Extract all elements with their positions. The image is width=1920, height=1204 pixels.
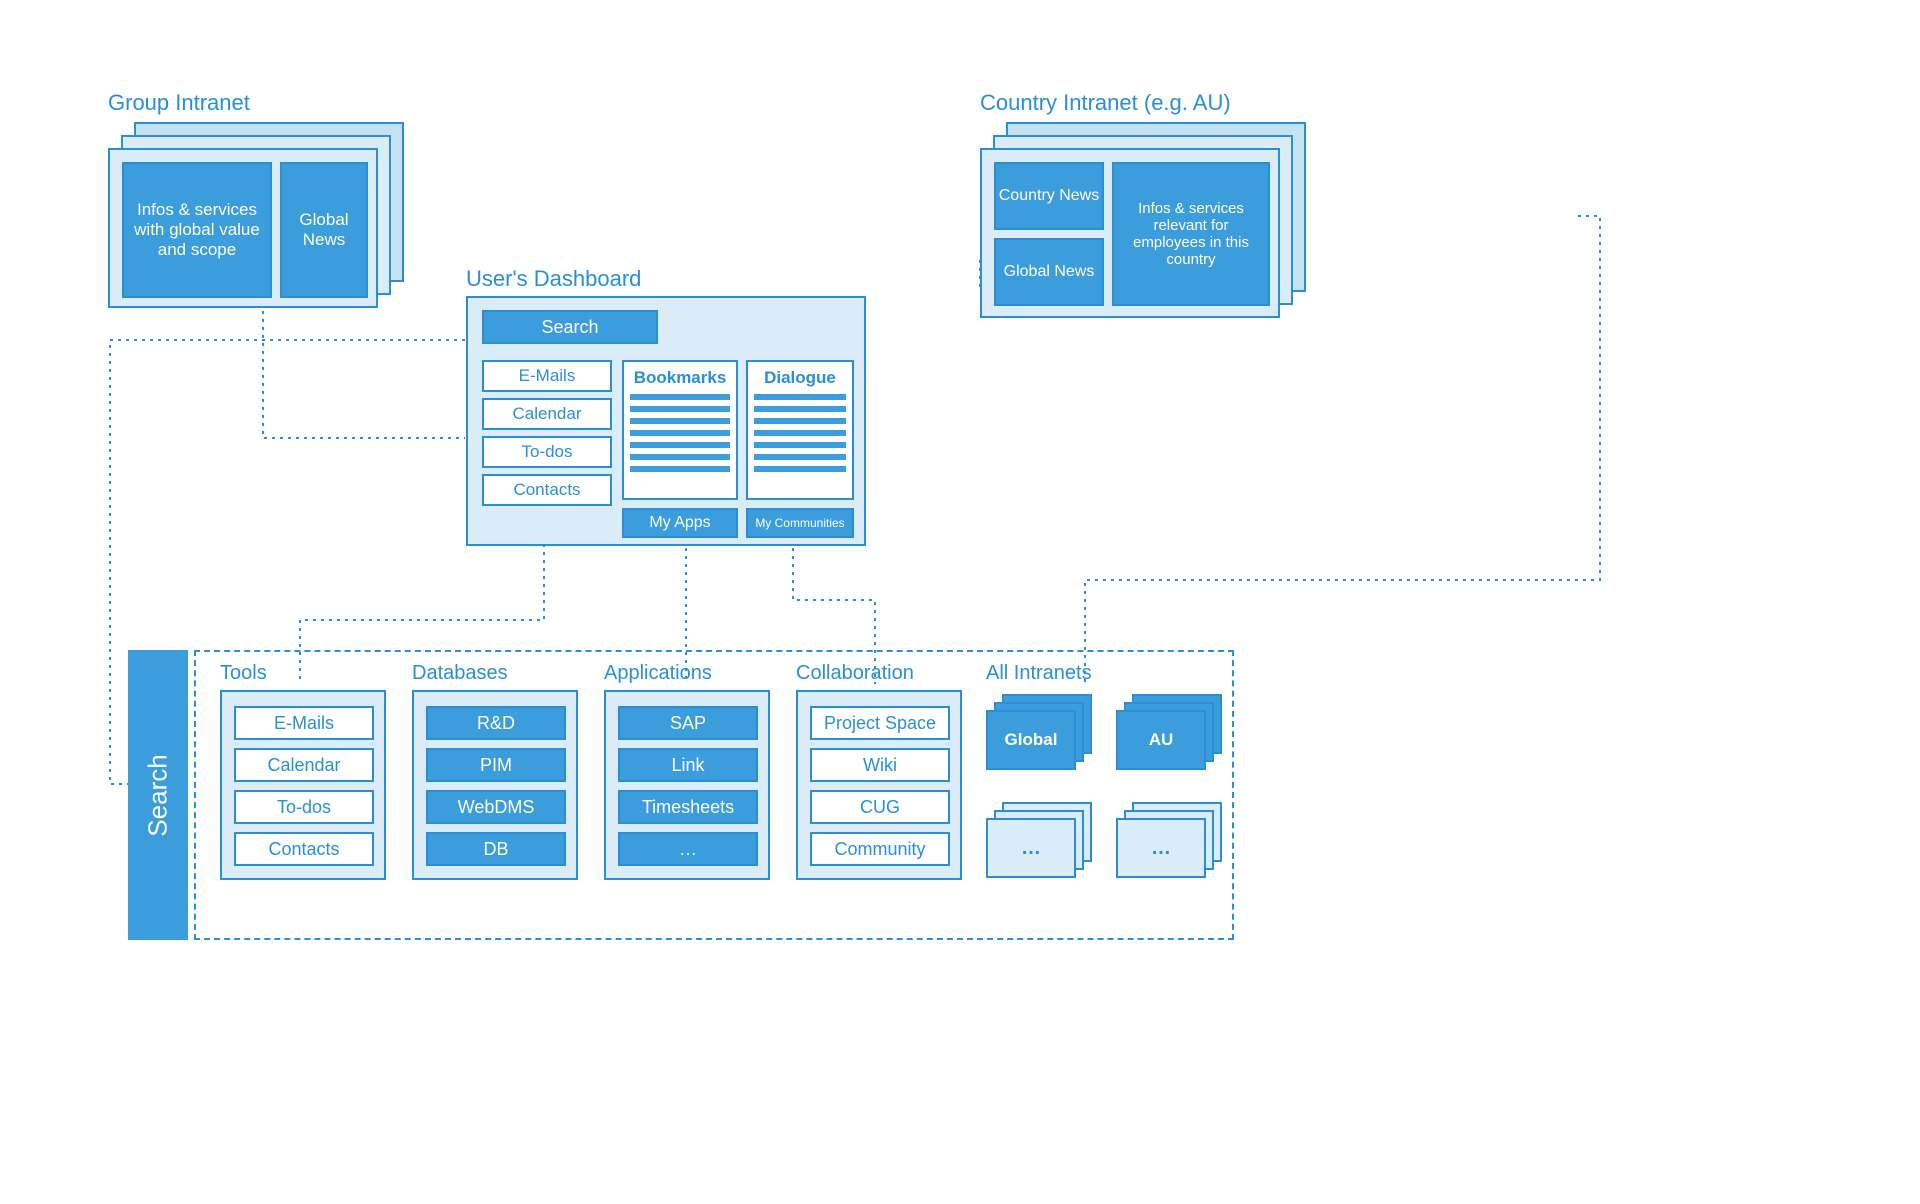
tools-item-3: Contacts: [234, 832, 374, 866]
group-intranet-news: Global News: [280, 162, 368, 298]
dashboard-emails: E-Mails: [482, 360, 612, 392]
search-vertical-bar: Search: [128, 650, 188, 940]
applications-item-2: Timesheets: [618, 790, 758, 824]
diagram-stage: Group Intranet Infos & services with glo…: [0, 0, 1920, 1204]
intranet-au-label: AU: [1116, 710, 1206, 770]
tools-item-0: E-Mails: [234, 706, 374, 740]
collaboration-box: Project Space Wiki CUG Community: [796, 690, 962, 880]
intranet-more-label-1: …: [986, 818, 1076, 878]
databases-item-1: PIM: [426, 748, 566, 782]
applications-item-1: Link: [618, 748, 758, 782]
bottom-dashed-container: Tools E-Mails Calendar To-dos Contacts D…: [194, 650, 1234, 940]
dialogue-lines: [754, 394, 846, 478]
country-infos-box: Infos & services relevant for employees …: [1112, 162, 1270, 306]
all-intranets-title: All Intranets: [986, 662, 1092, 685]
dashboard-title: User's Dashboard: [466, 266, 641, 292]
intranet-more-stack-2: …: [1116, 802, 1226, 882]
applications-title: Applications: [604, 662, 712, 685]
dashboard-panel: Search E-Mails Calendar To-dos Contacts …: [466, 296, 866, 546]
dashboard-calendar: Calendar: [482, 398, 612, 430]
dashboard-search: Search: [482, 310, 658, 344]
country-global-news-box: Global News: [994, 238, 1104, 306]
tools-item-1: Calendar: [234, 748, 374, 782]
dashboard-my-communities: My Communities: [746, 508, 854, 538]
databases-item-2: WebDMS: [426, 790, 566, 824]
bookmarks-lines: [630, 394, 730, 478]
country-intranet-stack: Country News Global News Infos & service…: [980, 122, 1312, 318]
search-vertical-label: Search: [143, 754, 174, 836]
group-intranet-stack: Infos & services with global value and s…: [108, 122, 404, 308]
dashboard-contacts: Contacts: [482, 474, 612, 506]
tools-title: Tools: [220, 662, 267, 685]
collaboration-item-3: Community: [810, 832, 950, 866]
country-intranet-title: Country Intranet (e.g. AU): [980, 90, 1231, 116]
group-intranet-title: Group Intranet: [108, 90, 250, 116]
intranet-au-stack: AU: [1116, 694, 1226, 774]
intranet-more-label-2: …: [1116, 818, 1206, 878]
dashboard-bookmarks-label: Bookmarks: [634, 368, 727, 388]
tools-item-2: To-dos: [234, 790, 374, 824]
group-intranet-infos: Infos & services with global value and s…: [122, 162, 272, 298]
intranet-more-stack-1: …: [986, 802, 1096, 882]
intranet-global-stack: Global: [986, 694, 1096, 774]
collaboration-item-0: Project Space: [810, 706, 950, 740]
dashboard-my-apps: My Apps: [622, 508, 738, 538]
country-news-box: Country News: [994, 162, 1104, 230]
collaboration-item-2: CUG: [810, 790, 950, 824]
applications-item-3: …: [618, 832, 758, 866]
applications-item-0: SAP: [618, 706, 758, 740]
dashboard-dialogue-label: Dialogue: [764, 368, 836, 388]
databases-item-3: DB: [426, 832, 566, 866]
intranet-global-label: Global: [986, 710, 1076, 770]
applications-box: SAP Link Timesheets …: [604, 690, 770, 880]
databases-title: Databases: [412, 662, 508, 685]
collaboration-title: Collaboration: [796, 662, 914, 685]
databases-box: R&D PIM WebDMS DB: [412, 690, 578, 880]
tools-box: E-Mails Calendar To-dos Contacts: [220, 690, 386, 880]
databases-item-0: R&D: [426, 706, 566, 740]
dashboard-todos: To-dos: [482, 436, 612, 468]
collaboration-item-1: Wiki: [810, 748, 950, 782]
